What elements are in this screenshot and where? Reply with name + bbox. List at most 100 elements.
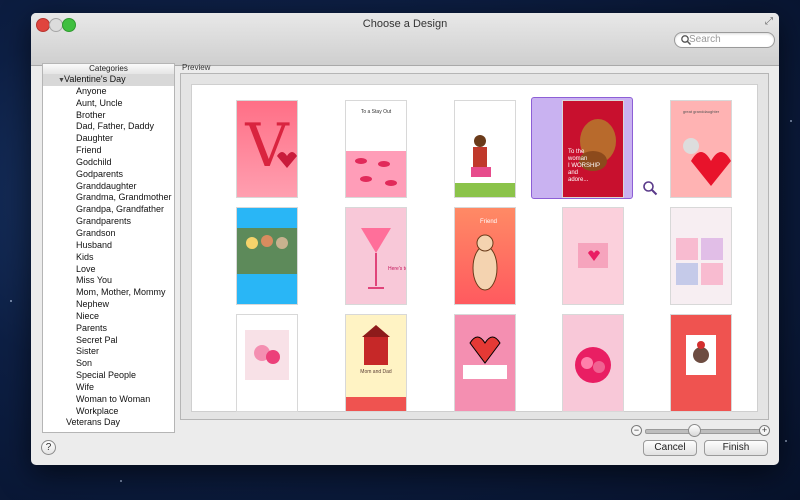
card-artwork bbox=[455, 135, 515, 197]
category-item[interactable]: Kids bbox=[43, 252, 174, 264]
card-artwork bbox=[686, 335, 716, 375]
magnify-icon[interactable] bbox=[642, 180, 658, 196]
svg-text:great granddaughter: great granddaughter bbox=[683, 109, 720, 114]
categories-list: ▼Valentine's Day Anyone Aunt, Uncle Brother… bbox=[43, 74, 174, 429]
category-label: Valentine's Day bbox=[64, 74, 126, 84]
category-item[interactable]: ▼Valentine's Day bbox=[43, 74, 174, 86]
card-artwork: great granddaughter bbox=[683, 109, 731, 186]
card-girl-sitting[interactable] bbox=[454, 100, 516, 198]
card-artwork bbox=[463, 336, 507, 379]
card-roses-heart[interactable] bbox=[562, 314, 624, 412]
card-pink-heart[interactable] bbox=[562, 207, 624, 305]
zoom-out-button[interactable]: − bbox=[631, 425, 642, 436]
category-label: Love bbox=[76, 263, 96, 274]
category-item[interactable]: Nephew bbox=[43, 299, 174, 311]
category-label: Sister bbox=[76, 346, 100, 357]
category-item[interactable]: Dad, Father, Daddy bbox=[43, 121, 174, 133]
category-label: Godparents bbox=[76, 168, 124, 179]
category-item[interactable]: Woman to Woman bbox=[43, 394, 174, 406]
card-bouquet-red[interactable] bbox=[670, 314, 732, 412]
finish-button[interactable]: Finish bbox=[704, 440, 768, 456]
category-label: Special People bbox=[76, 370, 137, 381]
category-item[interactable]: Husband bbox=[43, 240, 174, 252]
category-label: Grandparents bbox=[76, 216, 132, 227]
card-friend-cat[interactable]: Friend bbox=[454, 207, 516, 305]
card-kids-photo[interactable] bbox=[236, 207, 298, 305]
category-item[interactable]: Grandson bbox=[43, 228, 174, 240]
card-dachshund[interactable]: To the woman I WORSHIP and adore... bbox=[562, 100, 624, 198]
svg-text:To a Stay Out: To a Stay Out bbox=[361, 109, 392, 115]
category-label: Daughter bbox=[76, 133, 114, 144]
card-artwork bbox=[578, 243, 608, 268]
card-artwork bbox=[245, 330, 289, 380]
zoom-slider[interactable] bbox=[645, 429, 766, 434]
category-item[interactable]: Grandparents bbox=[43, 216, 174, 228]
category-label: Parents bbox=[76, 322, 108, 333]
category-item[interactable]: Brother bbox=[43, 110, 174, 122]
svg-text:and: and bbox=[568, 170, 578, 176]
category-label: Wife bbox=[76, 381, 94, 392]
category-item[interactable]: Anyone bbox=[43, 86, 174, 98]
zoom-slider-knob[interactable] bbox=[687, 424, 701, 437]
category-label: Grandma, Grandmother bbox=[76, 192, 172, 203]
category-item[interactable]: Sister bbox=[43, 346, 174, 358]
svg-text:To the: To the bbox=[568, 149, 585, 155]
card-stay-out[interactable]: To a Stay Out bbox=[345, 100, 407, 198]
svg-text:I WORSHIP: I WORSHIP bbox=[568, 163, 600, 169]
card-big-heart-pink[interactable] bbox=[454, 314, 516, 412]
category-item[interactable]: Son bbox=[43, 358, 174, 370]
choose-design-window: Choose a Design ⤢ Search Categories ▼Val… bbox=[31, 13, 779, 465]
help-button[interactable]: ? bbox=[41, 440, 56, 455]
card-big-v[interactable]: V bbox=[236, 100, 298, 198]
category-item[interactable]: Veterans Day bbox=[43, 417, 174, 429]
category-item[interactable]: Grandma, Grandmother bbox=[43, 192, 174, 204]
category-item[interactable]: Secret Pal bbox=[43, 335, 174, 347]
category-label: Brother bbox=[76, 109, 106, 120]
category-label: Secret Pal bbox=[76, 334, 118, 345]
category-item[interactable]: Granddaughter bbox=[43, 181, 174, 193]
category-label: Aunt, Uncle bbox=[76, 97, 123, 108]
category-item[interactable]: Aunt, Uncle bbox=[43, 98, 174, 110]
category-item[interactable]: Godchild bbox=[43, 157, 174, 169]
card-mom-dad-house[interactable]: Mom and Dad bbox=[345, 314, 407, 412]
card-patchwork-hearts[interactable] bbox=[670, 207, 732, 305]
category-label: Granddaughter bbox=[76, 180, 137, 191]
category-label: Niece bbox=[76, 310, 100, 321]
category-item[interactable]: Special People bbox=[43, 370, 174, 382]
category-item[interactable]: Workplace bbox=[43, 406, 174, 418]
category-label: Grandson bbox=[76, 227, 116, 238]
card-artwork: V bbox=[244, 111, 297, 181]
category-item[interactable]: Niece bbox=[43, 311, 174, 323]
category-item[interactable]: Friend bbox=[43, 145, 174, 157]
card-martini[interactable]: Here's to you bbox=[345, 207, 407, 305]
card-granddaughter-kitten[interactable]: great granddaughter bbox=[670, 100, 732, 198]
svg-text:adore...: adore... bbox=[568, 177, 589, 183]
svg-text:Friend: Friend bbox=[480, 219, 497, 225]
category-label: Workplace bbox=[76, 405, 119, 416]
category-item[interactable]: Mom, Mother, Mommy bbox=[43, 287, 174, 299]
category-item[interactable]: Daughter bbox=[43, 133, 174, 145]
search-input[interactable]: Search bbox=[674, 32, 775, 48]
svg-text:Mom and Dad: Mom and Dad bbox=[360, 369, 392, 375]
category-label: Nephew bbox=[76, 299, 110, 310]
category-item[interactable]: Love bbox=[43, 264, 174, 276]
category-label: Son bbox=[76, 358, 93, 369]
category-item[interactable]: Miss You bbox=[43, 275, 174, 287]
fullscreen-icon[interactable]: ⤢ bbox=[765, 17, 775, 27]
window-title: Choose a Design bbox=[362, 18, 448, 30]
category-label: Husband bbox=[76, 239, 113, 250]
zoom-in-button[interactable]: + bbox=[759, 425, 770, 436]
category-item[interactable]: Wife bbox=[43, 382, 174, 394]
card-grid: V To a Stay Out To the woman I WORSHIP and ado… bbox=[191, 84, 758, 412]
category-item[interactable]: Parents bbox=[43, 323, 174, 335]
category-item[interactable]: Godparents bbox=[43, 169, 174, 181]
category-item[interactable]: Grandpa, Grandfather bbox=[43, 204, 174, 216]
card-flowers-vase[interactable] bbox=[236, 314, 298, 412]
svg-text:V: V bbox=[244, 111, 290, 181]
preview-panel: V To a Stay Out To the woman I WORSHIP and ado… bbox=[180, 73, 769, 420]
category-label: Godchild bbox=[76, 156, 112, 167]
card-artwork bbox=[676, 238, 723, 285]
category-label: Anyone bbox=[76, 85, 107, 96]
cancel-button[interactable]: Cancel bbox=[643, 440, 697, 456]
category-label: Miss You bbox=[76, 275, 113, 286]
